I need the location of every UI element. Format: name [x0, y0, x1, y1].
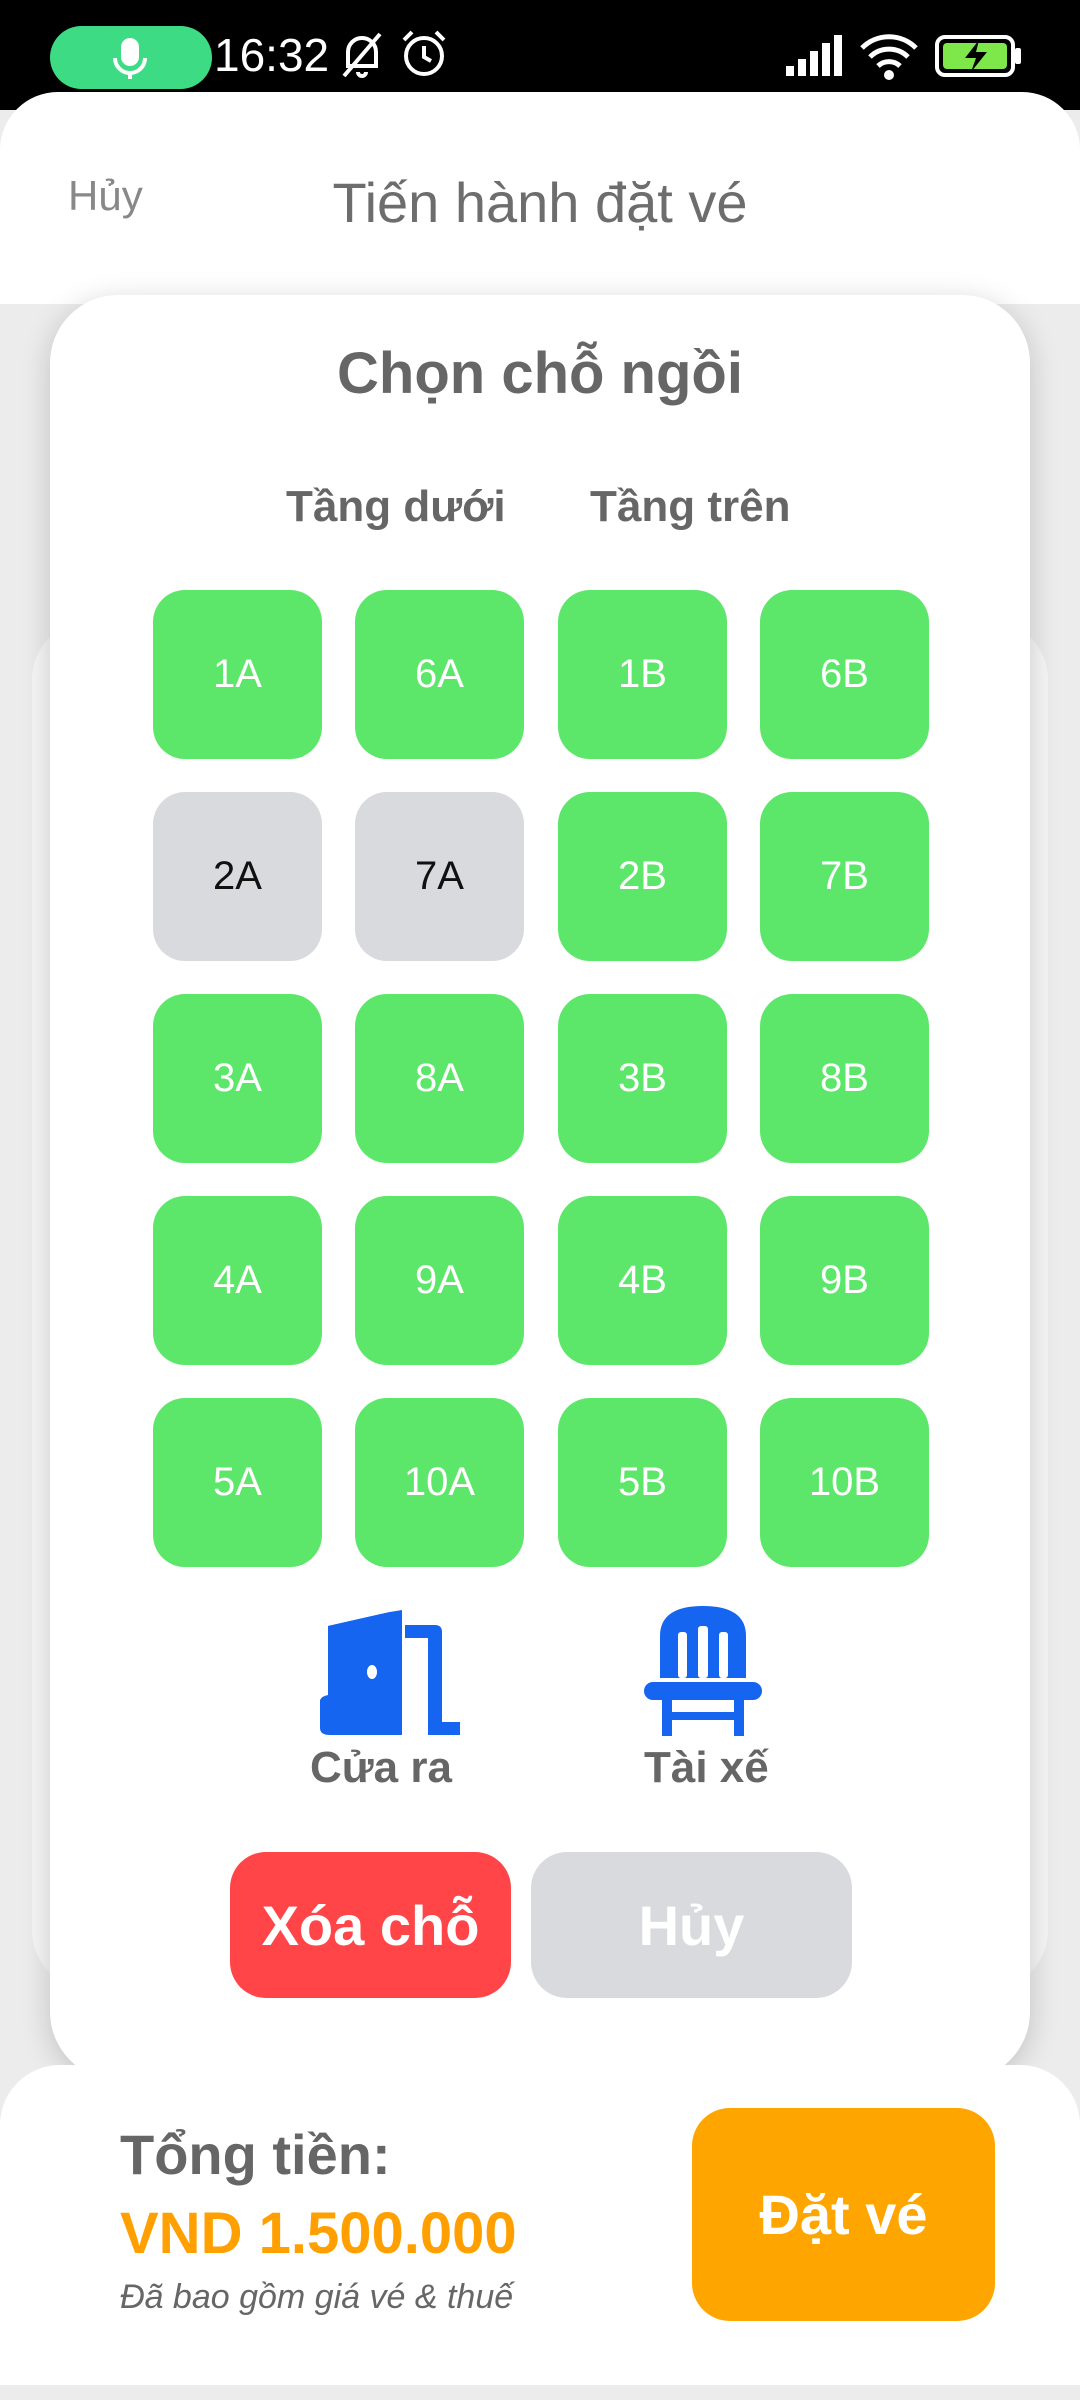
wifi-icon [860, 34, 918, 80]
clear-seat-button[interactable]: Xóa chỗ [230, 1852, 511, 1998]
total-value: VND 1.500.000 [120, 2201, 517, 2266]
seat-3a[interactable]: 3A [153, 994, 322, 1163]
seat-6a[interactable]: 6A [355, 590, 524, 759]
seat-6b[interactable]: 6B [760, 590, 929, 759]
seat-1a[interactable]: 1A [153, 590, 322, 759]
total-note: Đã bao gồm giá vé & thuế [120, 2278, 514, 2316]
page-title: Tiến hành đặt vé [332, 171, 748, 234]
mic-icon [113, 38, 147, 79]
seat-9b[interactable]: 9B [760, 1196, 929, 1365]
exit-label: Cửa ra [310, 1743, 452, 1792]
seat-selection-modal [50, 295, 1030, 2080]
driver-seat-icon [644, 1606, 762, 1736]
driver-label: Tài xế [644, 1743, 769, 1792]
seat-10a[interactable]: 10A [355, 1398, 524, 1567]
modal-title: Chọn chỗ ngồi [337, 341, 743, 406]
seat-7a[interactable]: 7A [355, 792, 524, 961]
seat-8b[interactable]: 8B [760, 994, 929, 1163]
bell-off-icon [342, 32, 382, 78]
status-time: 16:32 [214, 29, 330, 81]
seat-7b[interactable]: 7B [760, 792, 929, 961]
mic-indicator[interactable] [50, 26, 212, 89]
deck-lower-label: Tầng dưới [286, 482, 506, 531]
book-ticket-button[interactable]: Đặt vé [692, 2108, 995, 2321]
seat-4b[interactable]: 4B [558, 1196, 727, 1365]
signal-icon [786, 35, 842, 76]
battery-charging-icon [935, 35, 1021, 77]
seat-8a[interactable]: 8A [355, 994, 524, 1163]
seat-5b[interactable]: 5B [558, 1398, 727, 1567]
seat-2b[interactable]: 2B [558, 792, 727, 961]
exit-door-icon [320, 1610, 460, 1735]
seat-10b[interactable]: 10B [760, 1398, 929, 1567]
alarm-icon [402, 30, 446, 76]
deck-upper-label: Tầng trên [590, 482, 791, 531]
total-label: Tổng tiền: [120, 2123, 391, 2186]
seat-3b[interactable]: 3B [558, 994, 727, 1163]
seat-5a[interactable]: 5A [153, 1398, 322, 1567]
seat-4a[interactable]: 4A [153, 1196, 322, 1365]
seat-2a[interactable]: 2A [153, 792, 322, 961]
seat-1b[interactable]: 1B [558, 590, 727, 759]
cancel-button[interactable]: Hủy [531, 1852, 852, 1998]
seat-9a[interactable]: 9A [355, 1196, 524, 1365]
